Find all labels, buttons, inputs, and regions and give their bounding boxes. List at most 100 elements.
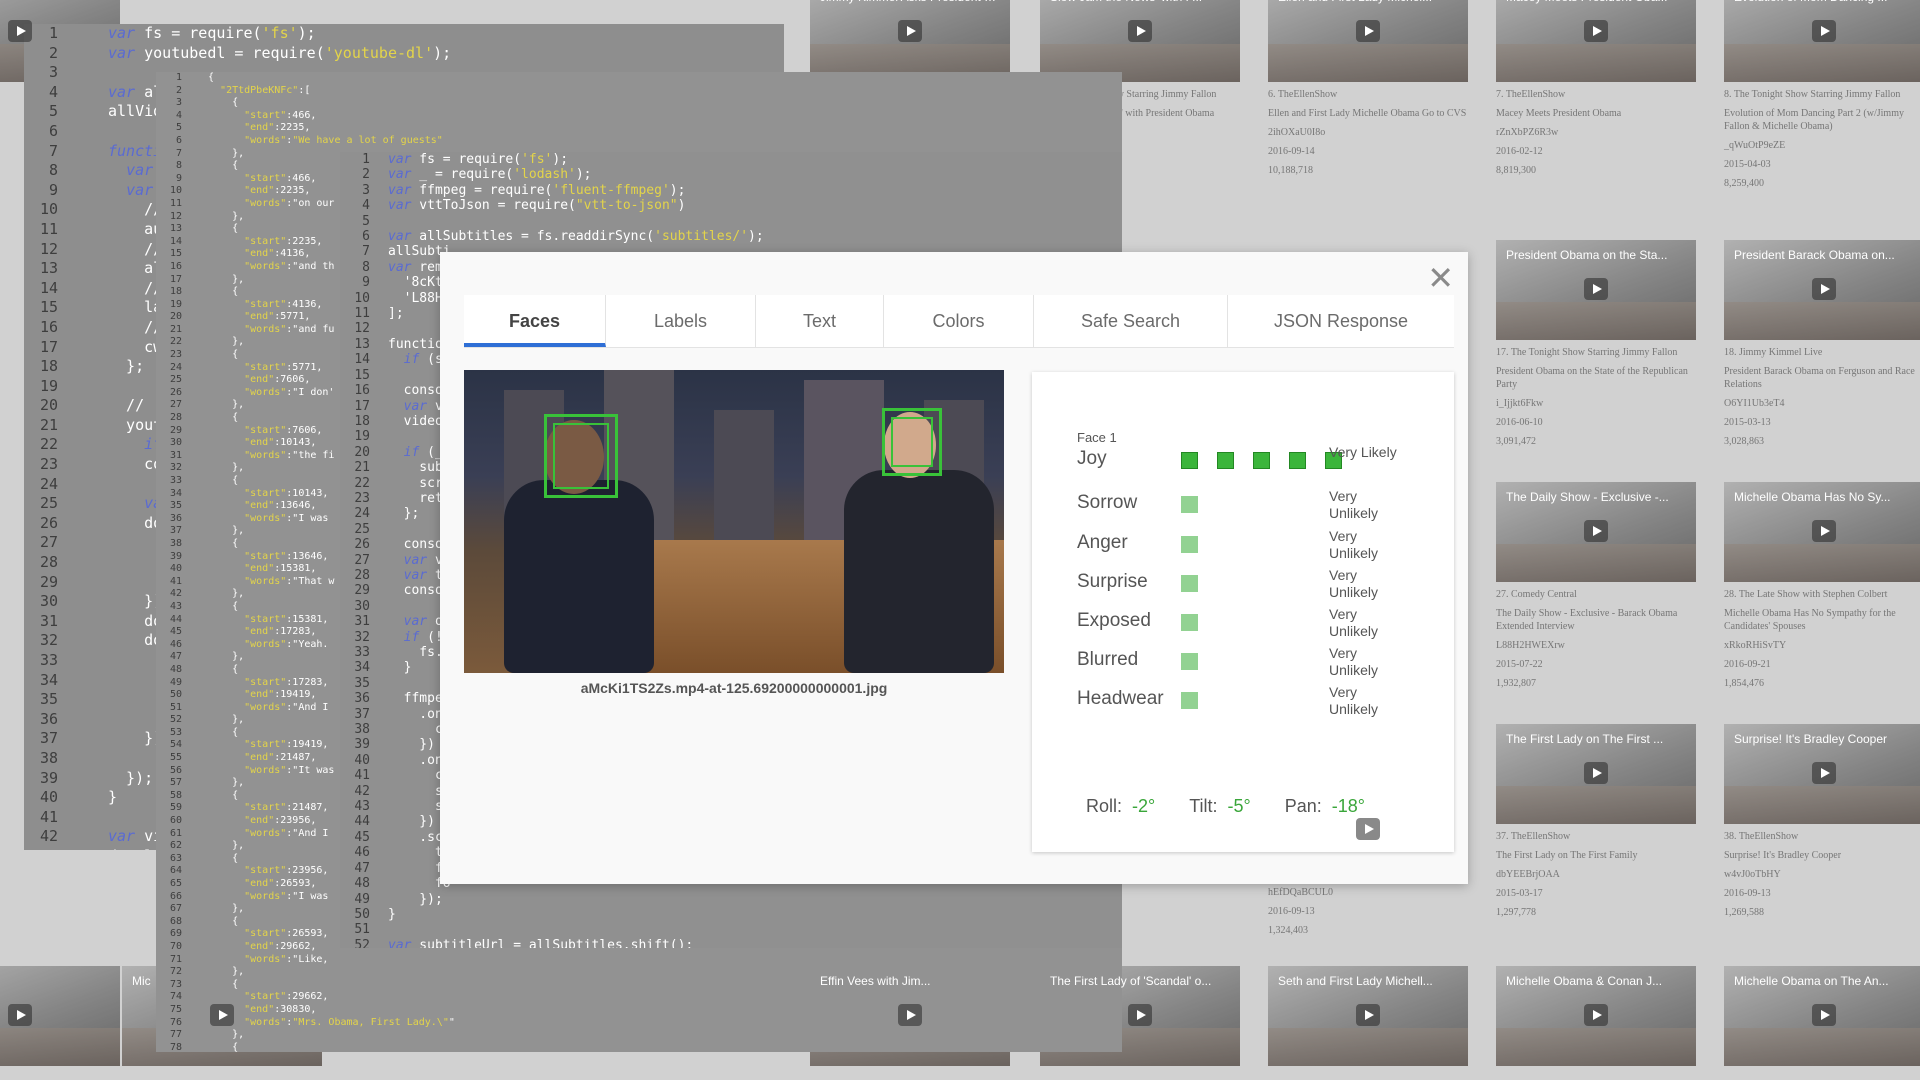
video-thumb-title: Michelle Obama on The An... xyxy=(1734,974,1889,988)
play-icon[interactable] xyxy=(1812,1004,1836,1026)
likelihood-level xyxy=(1253,452,1270,469)
tab-labels[interactable]: Labels xyxy=(606,295,756,347)
likelihood-level xyxy=(1217,452,1234,469)
video-thumb-title: Mic xyxy=(132,974,151,988)
play-icon[interactable] xyxy=(1812,762,1836,784)
code-line: 1 var fs = require('fs'); xyxy=(362,152,569,167)
video-thumb-title: Surprise! It's Bradley Cooper xyxy=(1734,732,1888,746)
likelihood-value: Very Unlikely xyxy=(1329,567,1379,600)
play-icon[interactable] xyxy=(1584,278,1608,300)
likelihood-row-surprise: Surprise Very Unlikely xyxy=(1077,561,1447,605)
likelihood-level xyxy=(1181,692,1198,709)
code-line: 2 var youtubedl = require('youtube-dl'); xyxy=(48,43,452,62)
play-icon[interactable] xyxy=(1584,520,1608,542)
likelihood-value: Very Likely xyxy=(1329,444,1397,460)
likelihood-level xyxy=(1181,496,1198,513)
likelihood-row-headwear: Headwear Very Unlikely xyxy=(1077,678,1447,722)
head-angles: Roll: -2° Tilt: -5° Pan: -18° xyxy=(1086,796,1365,817)
likelihood-row-joy: Joy Very Likely xyxy=(1077,438,1447,482)
code-line: 78 { xyxy=(169,1041,239,1052)
close-icon[interactable]: ✕ xyxy=(1427,262,1454,294)
play-icon[interactable] xyxy=(1812,520,1836,542)
likelihood-name: Blurred xyxy=(1077,649,1139,670)
likelihood-level xyxy=(1181,536,1198,553)
likelihood-row-exposed: Exposed Very Unlikely xyxy=(1077,600,1447,644)
tilt-angle: Tilt: -5° xyxy=(1189,796,1251,816)
play-icon[interactable] xyxy=(1356,20,1380,42)
code-line: 6 "words":"We have a lot of guests" xyxy=(175,134,443,146)
play-icon[interactable] xyxy=(1584,1004,1608,1026)
video-thumb-title: Jimmy Kimmel Asks President Barack Obama… xyxy=(820,0,1002,4)
code-line: 77 }, xyxy=(169,1029,245,1041)
video-thumb-title: President Obama on the Sta... xyxy=(1506,248,1668,262)
likelihood-value: Very Unlikely xyxy=(1329,488,1379,521)
pan-angle: Pan: -18° xyxy=(1284,796,1365,816)
analyzed-image xyxy=(464,370,1004,673)
likelihood-name: Joy xyxy=(1077,448,1107,469)
likelihood-row-anger: Anger Very Unlikely xyxy=(1077,522,1447,566)
code-line: 49 }); xyxy=(354,891,443,907)
likelihood-row-blurred: Blurred Very Unlikely xyxy=(1077,639,1447,683)
likelihood-level xyxy=(1289,452,1306,469)
tab-bar: Faces Labels Text Colors Safe Search JSO… xyxy=(464,295,1454,348)
code-line: 71 "words":"Like, xyxy=(169,953,329,965)
face-box xyxy=(544,414,618,498)
play-icon[interactable] xyxy=(8,20,32,42)
tab-colors[interactable]: Colors xyxy=(884,295,1034,347)
video-thumb-title: Ellen and First Lady Michel... xyxy=(1278,0,1460,4)
play-icon[interactable] xyxy=(898,1004,922,1026)
code-line: 5 xyxy=(362,213,370,229)
likelihood-row-sorrow: Sorrow Very Unlikely xyxy=(1077,482,1447,526)
likelihood-level xyxy=(1181,575,1198,592)
play-icon[interactable] xyxy=(1812,20,1836,42)
likelihood-name: Headwear xyxy=(1077,688,1164,709)
code-line: 1 var fs = require('fs'); xyxy=(48,24,316,42)
likelihood-name: Anger xyxy=(1077,532,1128,553)
code-line: 6 var allSubtitles = fs.readdirSync('subt… xyxy=(362,229,764,245)
video-thumb-title: President Barack Obama on... xyxy=(1734,248,1895,262)
play-icon[interactable] xyxy=(210,1004,234,1026)
code-line: 3 { xyxy=(175,97,239,109)
likelihood-value: Very Unlikely xyxy=(1329,645,1379,678)
code-line: 2 var _ = require('lodash'); xyxy=(362,167,592,183)
code-line: 4 "start":466, xyxy=(175,109,317,121)
play-icon[interactable] xyxy=(8,1004,32,1026)
play-icon[interactable] xyxy=(1356,818,1380,840)
video-thumb-title: Slow Jam the News' with P... xyxy=(1050,0,1232,4)
face-details-panel: Face 1 Joy Very Likely Sorrow Very Unlikely… xyxy=(1032,372,1454,852)
tab-json-response[interactable]: JSON Response xyxy=(1228,295,1454,347)
code-line: 2 "2TtdPbeKNFc":[ xyxy=(175,84,311,96)
code-line: 51 xyxy=(354,922,370,938)
video-thumb-title: Evolution of Mom Dancing ... xyxy=(1734,0,1916,4)
code-line: 1{ xyxy=(175,72,215,83)
play-icon[interactable] xyxy=(1584,762,1608,784)
likelihood-name: Exposed xyxy=(1077,610,1151,631)
likelihood-level xyxy=(1181,614,1198,631)
image-filename: aMcKi1TS2Zs.mp4-at-125.69200000000001.jp… xyxy=(580,680,888,696)
video-thumb-title: anket Fort xyxy=(0,974,112,988)
play-icon[interactable] xyxy=(1812,278,1836,300)
code-line: 4 var vttToJson = require("vtt-to-json") xyxy=(362,198,686,214)
vision-modal: ✕ Faces Labels Text Colors Safe Search J… xyxy=(440,252,1468,884)
code-line: 76 "words":"Mrs. Obama, First Lady.\"" xyxy=(169,1016,455,1028)
play-icon[interactable] xyxy=(1356,1004,1380,1026)
tab-faces[interactable]: Faces xyxy=(464,295,606,347)
code-line: 52 var subtitleUrl = allSubtitles.shift()… xyxy=(354,937,694,948)
video-thumb-title: Michelle Obama Has No Sy... xyxy=(1734,490,1891,504)
video-thumb-title: Effin Vees with Jim... xyxy=(820,974,931,988)
video-thumb-title: The First Lady on The First ... xyxy=(1506,732,1664,746)
likelihood-name: Sorrow xyxy=(1077,492,1138,513)
play-icon[interactable] xyxy=(1128,20,1152,42)
tab-text[interactable]: Text xyxy=(756,295,884,347)
play-icon[interactable] xyxy=(1128,1004,1152,1026)
code-line: 74 "start":29662, xyxy=(169,991,329,1003)
tab-safe-search[interactable]: Safe Search xyxy=(1034,295,1228,347)
likelihood-value: Very Unlikely xyxy=(1329,684,1379,717)
play-icon[interactable] xyxy=(898,20,922,42)
play-icon[interactable] xyxy=(1584,20,1608,42)
video-thumb-title: The Daily Show - Exclusive -... xyxy=(1506,490,1669,504)
video-thumb-title: Macey Meets President Oba... xyxy=(1506,0,1688,4)
video-thumb-title: Student Ob... xyxy=(0,0,112,4)
roll-angle: Roll: -2° xyxy=(1086,796,1156,816)
video-thumb-title: Seth and First Lady Michell... xyxy=(1278,974,1433,988)
